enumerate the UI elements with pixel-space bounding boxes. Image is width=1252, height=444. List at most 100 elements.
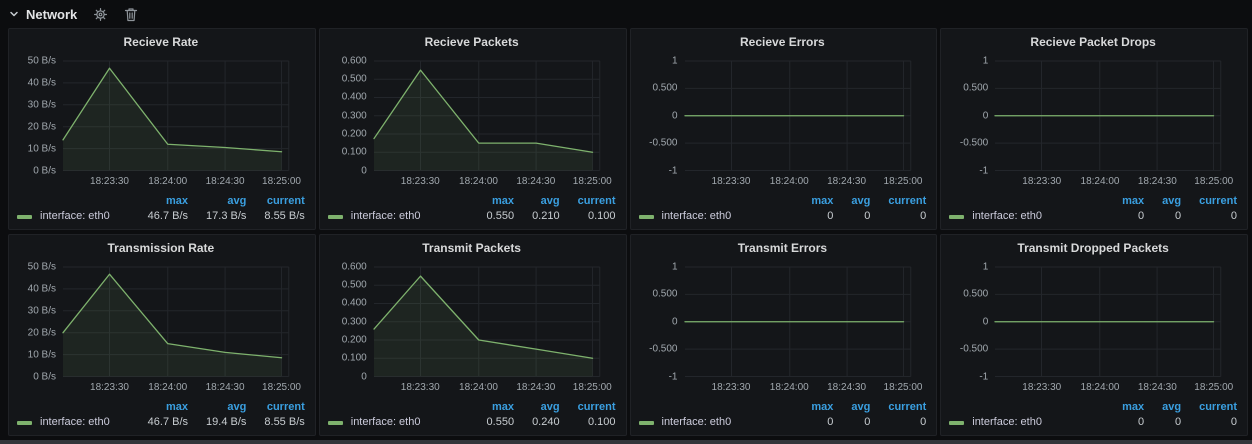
row-delete-button[interactable] [124,7,138,22]
stat-avg-value: 0.210 [514,209,560,225]
stat-avg-value: 19.4 B/s [188,415,246,431]
legend: max avg current interface: eth0 0.550 0.… [328,194,616,225]
y-axis-tick-label: 0.400 [342,298,367,309]
legend: max avg current interface: eth0 46.7 B/s… [17,194,305,225]
legend-header-avg[interactable]: avg [188,400,246,415]
legend-header-max[interactable]: max [1104,400,1144,415]
time-series-chart[interactable] [63,61,289,171]
legend-series-toggle[interactable]: interface: eth0 [639,415,732,430]
y-axis-tick-label: -1 [669,371,678,382]
row-title: Network [26,7,77,22]
legend-header-current[interactable]: current [246,400,304,415]
legend-header-current[interactable]: current [560,194,616,209]
panel: Recieve Packet Drops 10.5000-0.500-118:2… [940,28,1248,230]
stat-current-value: 0.100 [560,209,616,225]
stat-current-value: 8.55 B/s [246,415,304,431]
row-settings-button[interactable] [93,7,108,22]
legend-series-toggle[interactable]: interface: eth0 [949,209,1042,224]
x-axis-tick-label: 18:23:30 [401,176,440,187]
x-axis-tick-label: 18:25:00 [262,176,301,187]
legend-series-toggle[interactable]: interface: eth0 [328,415,421,430]
legend-header-avg[interactable]: avg [188,194,246,209]
panel-title[interactable]: Recieve Rate [17,34,305,51]
legend-series-toggle[interactable]: interface: eth0 [949,415,1042,430]
legend-header-max[interactable]: max [793,194,833,209]
time-series-chart[interactable] [995,267,1221,377]
x-axis-tick-label: 18:24:30 [206,176,245,187]
plot-area: 50 B/s40 B/s30 B/s20 B/s10 B/s0 B/s18:23… [63,61,289,171]
series-label: interface: eth0 [972,415,1042,430]
x-axis-tick-label: 18:24:30 [206,382,245,393]
legend-header-max[interactable]: max [1104,194,1144,209]
y-axis-tick-label: 40 B/s [28,283,56,294]
time-series-chart[interactable] [63,267,289,377]
legend-series-toggle[interactable]: interface: eth0 [328,209,421,224]
x-axis-tick-label: 18:24:00 [459,176,498,187]
legend-header-max[interactable]: max [469,400,515,415]
legend-header-current[interactable]: current [246,194,304,209]
legend-header-current[interactable]: current [870,400,926,415]
legend-header-current[interactable]: current [1181,400,1237,415]
y-axis-tick-label: 0 [672,110,678,121]
series-color-swatch [639,421,654,425]
series-color-swatch [328,421,343,425]
panel-title[interactable]: Transmit Errors [639,240,927,257]
y-axis-tick-label: 1 [983,262,989,273]
stat-current-value: 0 [1181,209,1237,225]
y-axis-tick-label: 30 B/s [28,305,56,316]
legend-header-max[interactable]: max [130,400,188,415]
legend-header-avg[interactable]: avg [1144,194,1181,209]
x-axis-tick-label: 18:23:30 [90,382,129,393]
legend-header-current[interactable]: current [1181,194,1237,209]
panel-title[interactable]: Transmit Packets [328,240,616,257]
legend-header-avg[interactable]: avg [833,400,870,415]
time-series-chart[interactable] [685,267,911,377]
x-axis-tick-label: 18:24:00 [1081,176,1120,187]
panel: Recieve Packets 0.6000.5000.4000.3000.20… [319,28,627,230]
panel-title[interactable]: Transmission Rate [17,240,305,257]
trash-icon [124,7,138,22]
legend-series-toggle[interactable]: interface: eth0 [639,209,732,224]
panel-title[interactable]: Recieve Packet Drops [949,34,1237,51]
legend-series-toggle[interactable]: interface: eth0 [17,209,110,224]
x-axis-tick-label: 18:23:30 [712,176,751,187]
y-axis-tick-label: -0.500 [960,138,988,149]
legend-header-avg[interactable]: avg [1144,400,1181,415]
legend: max avg current interface: eth0 0 0 0 [639,400,927,431]
panel-title[interactable]: Transmit Dropped Packets [949,240,1237,257]
series-label: interface: eth0 [662,209,732,224]
y-axis-tick-label: 0.500 [963,83,988,94]
series-color-swatch [949,421,964,425]
y-axis-tick-label: 30 B/s [28,99,56,110]
plot-area: 10.5000-0.500-118:23:3018:24:0018:24:301… [995,61,1221,171]
legend-header-current[interactable]: current [560,400,616,415]
time-series-chart[interactable] [374,267,600,377]
legend-header-avg[interactable]: avg [833,194,870,209]
x-axis-tick-label: 18:23:30 [401,382,440,393]
legend-header-max[interactable]: max [793,400,833,415]
stat-current-value: 0 [870,209,926,225]
legend: max avg current interface: eth0 0 0 0 [639,194,927,225]
time-series-chart[interactable] [685,61,911,171]
x-axis-tick-label: 18:24:00 [770,176,809,187]
legend-header-avg[interactable]: avg [514,400,560,415]
legend-header-max[interactable]: max [469,194,515,209]
y-axis-tick-label: 1 [672,262,678,273]
row-collapse-toggle[interactable]: Network [8,7,77,22]
legend-header-avg[interactable]: avg [514,194,560,209]
stat-current-value: 0.100 [560,415,616,431]
y-axis-tick-label: 0.300 [342,316,367,327]
y-axis-tick-label: 50 B/s [28,56,56,67]
gear-icon [93,7,108,22]
y-axis-tick-label: 0 [983,316,989,327]
panel-title[interactable]: Recieve Packets [328,34,616,51]
x-axis-tick-label: 18:24:00 [1081,382,1120,393]
x-axis-tick-label: 18:23:30 [1022,382,1061,393]
panel-title[interactable]: Recieve Errors [639,34,927,51]
chart: 50 B/s40 B/s30 B/s20 B/s10 B/s0 B/s18:23… [17,257,305,399]
time-series-chart[interactable] [374,61,600,171]
time-series-chart[interactable] [995,61,1221,171]
legend-header-max[interactable]: max [130,194,188,209]
legend-header-current[interactable]: current [870,194,926,209]
legend-series-toggle[interactable]: interface: eth0 [17,415,110,430]
